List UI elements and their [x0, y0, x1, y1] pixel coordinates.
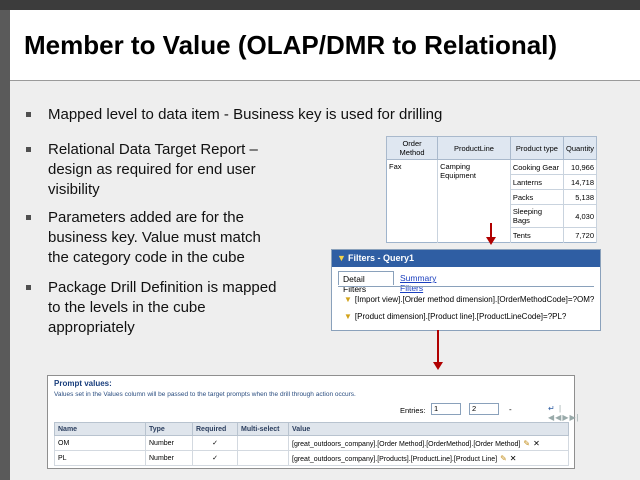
bullet-line: to the levels in the cube: [48, 299, 206, 316]
pencil-icon[interactable]: ✎: [500, 454, 507, 463]
tab-summary-filters[interactable]: Summary Filters: [396, 271, 462, 293]
prompt-header-row: Name Type Required Multi-select Value: [54, 422, 569, 436]
filters-title: Filters - Query1: [348, 253, 415, 263]
slide-left-strip: [0, 10, 10, 480]
cell-multi-select: [237, 435, 289, 451]
cell-value: [great_outdoors_company].[Order Method].…: [288, 435, 569, 451]
bullet-text-block: Package Drill Definition is mapped to th…: [48, 278, 276, 338]
cell-required: ✓: [192, 435, 238, 451]
table-row: Fax Camping Equipment Cooking Gear 10,96…: [386, 159, 597, 243]
prompt-values-description: Values set in the Values column will be …: [54, 391, 356, 398]
cell-quantity: 5,138: [563, 189, 597, 205]
filter-expression: [Product dimension].[Product line].[Prod…: [354, 312, 567, 321]
filter-icon: ▼: [344, 295, 352, 304]
entries-label: Entries:: [400, 406, 426, 415]
cell-quantity: 7,720: [563, 227, 597, 243]
filter-icon: ▼: [344, 312, 352, 321]
bullet-marker: [26, 285, 31, 290]
bullet-relational-target: Relational Data Target Report – design a…: [26, 140, 316, 200]
col-multi-select: Multi-select: [237, 422, 289, 436]
cell-product-type: Packs: [510, 189, 565, 205]
cell-type: Number: [145, 450, 193, 466]
slide-top-bar: [0, 0, 640, 10]
cell-quantity: 10,966: [563, 159, 597, 175]
slide-title: Member to Value (OLAP/DMR to Relational): [24, 30, 558, 60]
arrow-connector: [437, 330, 439, 363]
col-required: Required: [192, 422, 238, 436]
entries-separator: -: [509, 405, 512, 414]
arrow-head: [433, 362, 443, 370]
bullet-parameters: Parameters added are for the business ke…: [26, 208, 316, 268]
bullet-drill-definition: Package Drill Definition is mapped to th…: [26, 278, 316, 338]
table-row: PL Number ✓ [great_outdoors_company].[Pr…: [54, 450, 569, 466]
bullet-line: business key. Value must match: [48, 229, 261, 246]
value-text: [great_outdoors_company].[Order Method].…: [292, 440, 521, 448]
prompt-values-table: Name Type Required Multi-select Value OM…: [54, 422, 569, 466]
bullet-line: appropriately: [48, 319, 135, 336]
entries-from-input[interactable]: 1: [431, 403, 461, 415]
filters-header: ▼ Filters - Query1: [332, 250, 600, 267]
filters-list: ▼ [Import view].[Order method dimension].…: [338, 286, 594, 327]
col-quantity: Quantity: [563, 136, 597, 160]
bullet-line: design as required for end user: [48, 161, 256, 178]
cell-product-type: Tents: [510, 227, 565, 243]
cell-product-line: Camping Equipment: [437, 159, 511, 243]
cell-name: PL: [54, 450, 146, 466]
cell-multi-select: [237, 450, 289, 466]
col-type: Type: [145, 422, 193, 436]
cell-value: [great_outdoors_company].[Products].[Pro…: [288, 450, 569, 466]
bullet-line: the category code in the cube: [48, 249, 245, 266]
delete-icon[interactable]: ✕: [533, 439, 540, 448]
cell-quantity: 4,030: [563, 204, 597, 228]
cell-quantity: 14,718: [563, 174, 597, 190]
col-name: Name: [54, 422, 146, 436]
delete-icon[interactable]: ✕: [510, 454, 517, 463]
cell-product-type: Cooking Gear: [510, 159, 565, 175]
filter-row[interactable]: ▼ [Import view].[Order method dimension].…: [344, 295, 594, 304]
cell-order-method: Fax: [386, 159, 439, 243]
bullet-line: Package Drill Definition is mapped: [48, 279, 277, 296]
pagination-controls: ↵ |◀◀▶▶|: [548, 404, 580, 422]
bullet-text: Mapped level to data item - Business key…: [48, 106, 443, 123]
col-order-method: Order Method: [385, 136, 439, 160]
col-product-line: ProductLine: [437, 136, 511, 160]
table-row: OM Number ✓ [great_outdoors_company].[Or…: [54, 435, 569, 451]
cell-product-type: Lanterns: [510, 174, 565, 190]
bullet-marker: [26, 112, 31, 117]
bullet-text-block: Parameters added are for the business ke…: [48, 208, 261, 268]
go-icon[interactable]: ↵: [548, 404, 556, 413]
prompt-values-panel: Prompt values: Values set in the Values …: [47, 375, 579, 469]
cell-name: OM: [54, 435, 146, 451]
bullet-line: visibility: [48, 181, 100, 198]
cell-product-type: Sleeping Bags: [510, 204, 565, 228]
col-product-type: Product type: [509, 136, 565, 160]
col-value: Value: [288, 422, 569, 436]
report-header-row: Order Method ProductLine Product type Qu…: [385, 136, 597, 160]
cell-required: ✓: [192, 450, 238, 466]
filters-panel: ▼ Filters - Query1 Detail Filters Summar…: [331, 249, 601, 331]
filter-expression: [Import view].[Order method dimension].[…: [354, 295, 595, 304]
cell-type: Number: [145, 435, 193, 451]
filter-row[interactable]: ▼ [Product dimension].[Product line].[Pro…: [344, 312, 566, 321]
tab-detail-filters[interactable]: Detail Filters: [338, 271, 394, 294]
value-text: [great_outdoors_company].[Products].[Pro…: [292, 455, 498, 463]
prompt-values-title: Prompt values:: [54, 379, 112, 388]
bullet-marker: [26, 147, 31, 152]
arrow-connector: [490, 223, 492, 238]
bullet-line: Relational Data Target Report –: [48, 141, 258, 158]
filter-icon: ▼: [337, 253, 346, 263]
bullet-text-block: Relational Data Target Report – design a…: [48, 140, 258, 200]
bullet-line: Parameters added are for the: [48, 209, 244, 226]
pencil-icon[interactable]: ✎: [523, 439, 530, 448]
entries-to-input[interactable]: 2: [469, 403, 499, 415]
arrow-head: [486, 237, 496, 245]
last-page-icon[interactable]: ▶|: [569, 413, 579, 422]
bullet-marker: [26, 215, 31, 220]
